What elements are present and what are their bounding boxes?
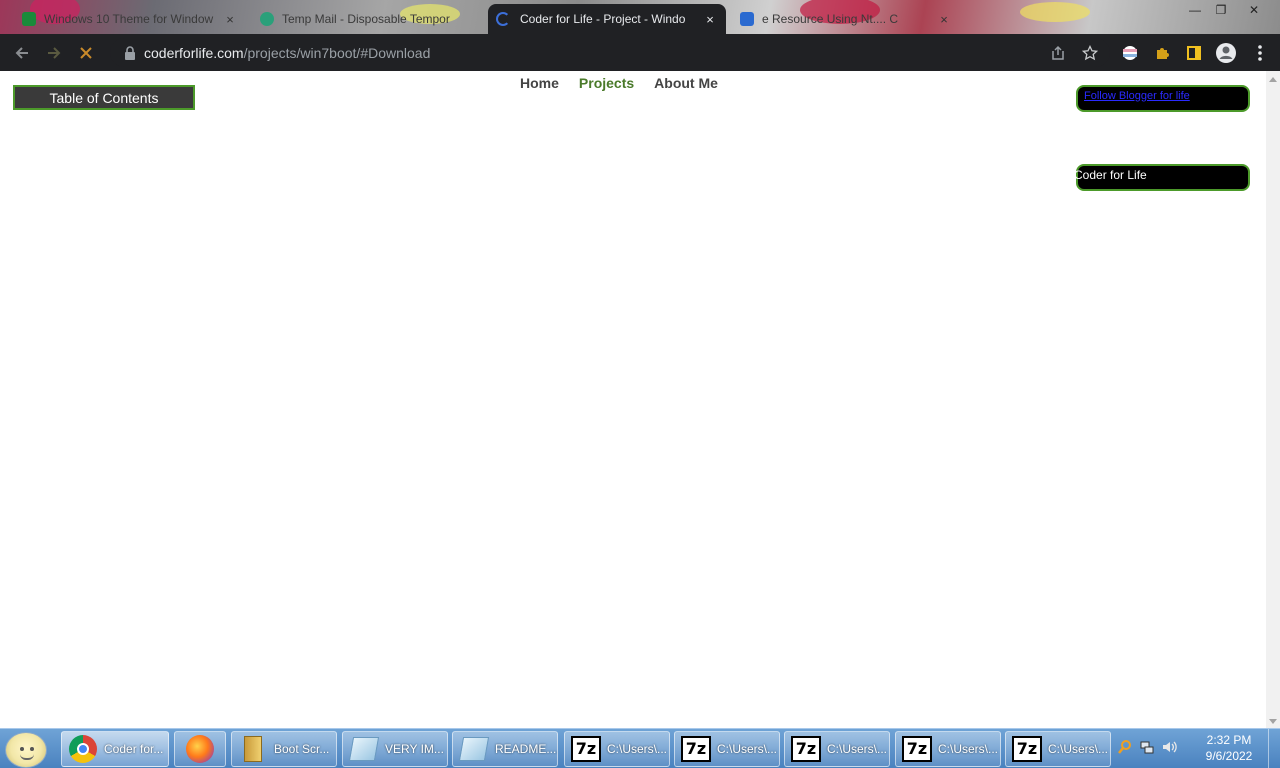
follow-blogger-box: Follow Blogger for life — [1076, 85, 1250, 112]
taskbar-item-7zip[interactable]: 7z C:\Users\... — [1005, 731, 1111, 767]
close-window-button[interactable]: ✕ — [1241, 2, 1267, 18]
extensions-puzzle-icon[interactable] — [1150, 41, 1174, 65]
url-text[interactable]: coderforlife.com/projects/win7boot/#Down… — [144, 45, 430, 61]
star-icon[interactable] — [1078, 41, 1102, 65]
restore-button[interactable]: ❐ — [1208, 2, 1234, 18]
tab-close-icon[interactable]: × — [936, 12, 952, 27]
taskbar-item-notepad[interactable]: README.... — [452, 731, 558, 767]
taskbar-item-7zip[interactable]: 7z C:\Users\... — [784, 731, 890, 767]
folder-icon — [238, 734, 268, 764]
minimize-button[interactable]: — — [1182, 2, 1208, 18]
tab-windows-theme[interactable]: Windows 10 Theme for Window × — [14, 4, 246, 34]
side-panel-icon[interactable] — [1182, 41, 1206, 65]
menu-dots-icon[interactable] — [1248, 41, 1272, 65]
nav-home[interactable]: Home — [520, 75, 559, 91]
table-of-contents-button[interactable]: Table of Contents — [13, 85, 195, 110]
taskbar-item-label: README.... — [495, 742, 558, 756]
taskbar-clock[interactable]: 2:32 PM 9/6/2022 — [1196, 732, 1262, 764]
chrome-icon — [68, 734, 98, 764]
share-icon[interactable] — [1046, 41, 1070, 65]
page-scrollbar[interactable] — [1266, 71, 1280, 728]
blue-app-icon — [740, 12, 754, 26]
wallpaper-splash — [1020, 2, 1090, 22]
7zip-icon: 7z — [791, 734, 821, 764]
follow-blogger-link[interactable]: Follow Blogger for life — [1084, 90, 1190, 102]
tab-title: Temp Mail - Disposable Tempor — [282, 12, 450, 26]
taskbar-item-label: C:\Users\... — [717, 742, 778, 756]
tab-title: Windows 10 Theme for Window — [44, 12, 214, 26]
forward-arrow-icon[interactable] — [42, 41, 66, 65]
profile-flag-icon[interactable] — [1118, 41, 1142, 65]
taskbar-item-7zip[interactable]: 7z C:\Users\... — [895, 731, 1001, 767]
url-path: /projects/win7boot/#Download — [243, 44, 431, 61]
7zip-glyph: 7z — [791, 736, 821, 762]
taskbar-item-label: C:\Users\... — [607, 742, 668, 756]
notepad-icon — [348, 734, 380, 764]
nav-projects[interactable]: Projects — [579, 75, 634, 91]
scroll-up-arrow-icon[interactable] — [1269, 77, 1277, 82]
lock-icon[interactable] — [124, 45, 136, 60]
back-arrow-icon[interactable] — [10, 41, 34, 65]
site-nav: Home Projects About Me — [520, 75, 718, 91]
tab-resource[interactable]: e Resource Using Nt.... C × — [732, 4, 960, 34]
taskbar-item-label: C:\Users\... — [827, 742, 888, 756]
7zip-icon: 7z — [681, 734, 711, 764]
account-icon[interactable] — [1214, 41, 1238, 65]
7zip-glyph: 7z — [902, 736, 932, 762]
browser-toolbar: coderforlife.com/projects/win7boot/#Down… — [0, 34, 1280, 71]
clock-date: 9/6/2022 — [1205, 749, 1253, 763]
7zip-icon: 7z — [902, 734, 932, 764]
7zip-glyph: 7z — [681, 736, 711, 762]
address-bar[interactable]: coderforlife.com/projects/win7boot/#Down… — [110, 38, 1110, 67]
green-bolt-icon — [22, 12, 36, 26]
tab-coder-for-life[interactable]: Coder for Life - Project - Windo × — [488, 4, 726, 34]
url-host: coderforlife.com — [144, 44, 244, 61]
firefox-icon — [185, 734, 215, 764]
taskbar-item-label: C:\Users\... — [938, 742, 999, 756]
7zip-glyph: 7z — [1012, 736, 1042, 762]
7zip-glyph: 7z — [571, 736, 601, 762]
taskbar-item-7zip[interactable]: 7z C:\Users\... — [564, 731, 670, 767]
system-tray — [1117, 729, 1177, 768]
tab-close-icon[interactable]: × — [222, 12, 238, 27]
taskbar-item-label: Coder for... — [104, 742, 164, 756]
taskbar-item-label: Boot Scr... — [274, 742, 330, 756]
taskbar-item-notepad[interactable]: VERY IM... — [342, 731, 448, 767]
tab-title: Coder for Life - Project - Windo — [520, 12, 686, 26]
start-face-eye — [30, 747, 34, 751]
network-icon[interactable] — [1139, 739, 1155, 759]
taskbar-item-chrome[interactable]: Coder for... — [61, 731, 169, 767]
browser-titlebar: Windows 10 Theme for Window × Temp Mail … — [0, 0, 1280, 34]
search-icon[interactable] — [1117, 739, 1133, 759]
coder-for-life-label: Coder for Life — [1074, 168, 1147, 182]
page-content: Table of Contents Home Projects About Me… — [0, 71, 1266, 728]
tab-temp-mail[interactable]: Temp Mail - Disposable Tempor — [252, 4, 484, 34]
temp-mail-icon — [260, 12, 274, 26]
coder-for-life-box: Coder for Life — [1074, 164, 1250, 191]
taskbar-item-label: C:\Users\... — [1048, 742, 1109, 756]
stop-loading-icon[interactable] — [74, 41, 98, 65]
loading-spinner-icon — [496, 12, 510, 26]
start-button[interactable] — [5, 732, 47, 768]
taskbar-item-label: VERY IM... — [385, 742, 444, 756]
taskbar-item-firefox[interactable] — [174, 731, 226, 767]
nav-about-me[interactable]: About Me — [654, 75, 718, 91]
7zip-icon: 7z — [1012, 734, 1042, 764]
notepad-icon — [458, 734, 490, 764]
taskbar-item-7zip[interactable]: 7z C:\Users\... — [674, 731, 780, 767]
tab-title: e Resource Using Nt.... C — [762, 12, 899, 26]
scroll-down-arrow-icon[interactable] — [1269, 719, 1277, 724]
7zip-icon: 7z — [571, 734, 601, 764]
start-face-mouth — [20, 754, 34, 760]
taskbar-item-folder[interactable]: Boot Scr... — [231, 731, 337, 767]
show-desktop-button[interactable] — [1268, 729, 1280, 768]
tab-close-icon[interactable]: × — [702, 12, 718, 27]
clock-time: 2:32 PM — [1206, 733, 1252, 747]
windows-taskbar: Coder for... Boot Scr... VERY IM... READ… — [0, 728, 1280, 768]
start-face-eye — [20, 747, 24, 751]
volume-icon[interactable] — [1161, 739, 1177, 759]
